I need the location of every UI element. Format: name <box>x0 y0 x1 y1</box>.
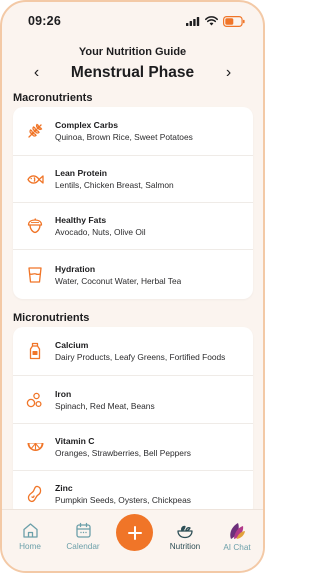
list-item[interactable]: Complex Carbs Quinoa, Brown Rice, Sweet … <box>13 107 253 156</box>
list-item[interactable]: Lean Protein Lentils, Chicken Breast, Sa… <box>13 156 253 203</box>
nutrient-name: Calcium <box>55 340 89 350</box>
bean-icon <box>25 484 45 504</box>
bubbles-icon <box>25 390 45 410</box>
nutrient-name: Iron <box>55 388 72 399</box>
calendar-icon <box>75 522 91 538</box>
header: Your Nutrition Guide ‹ Menstrual Phase › <box>2 46 263 84</box>
wheat-icon <box>25 121 45 141</box>
nutrient-foods: Avocado, Nuts, Olive Oil <box>55 227 146 237</box>
tab-home[interactable]: Home <box>5 522 55 551</box>
nutrient-name: Vitamin C <box>55 436 95 446</box>
macronutrients-card: Complex Carbs Quinoa, Brown Rice, Sweet … <box>13 107 253 299</box>
add-button[interactable] <box>116 514 153 551</box>
plus-icon <box>127 525 142 540</box>
glass-icon <box>25 265 45 285</box>
page-title: Your Nutrition Guide <box>78 46 187 58</box>
acorn-icon <box>25 216 45 236</box>
list-item[interactable]: Calcium Dairy Products, Leafy Greens, Fo… <box>13 327 253 376</box>
status-icons <box>186 15 245 27</box>
tab-calendar[interactable]: Calendar <box>58 522 108 551</box>
wifi-icon <box>205 16 218 26</box>
bowl-icon <box>177 525 193 539</box>
nutrient-foods: Lentils, Chicken Breast, Salmon <box>55 180 174 190</box>
fish-icon <box>25 169 45 189</box>
nutrient-foods: Water, Coconut Water, Herbal Tea <box>55 275 182 286</box>
nutrient-foods: Pumpkin Seeds, Oysters, Chickpeas <box>55 495 191 505</box>
nutrient-name: Complex Carbs <box>55 120 119 130</box>
list-item[interactable]: Hydration Water, Coconut Water, Herbal T… <box>13 250 253 299</box>
tab-bar: Home Calendar Nutrition AI Chat <box>2 509 263 571</box>
tab-ai-chat[interactable]: AI Chat <box>212 522 262 552</box>
list-item[interactable]: Healthy Fats Avocado, Nuts, Olive Oil <box>13 203 253 250</box>
tab-label: Home <box>19 542 41 551</box>
next-phase-button[interactable]: › <box>218 62 240 84</box>
citrus-icon <box>25 437 45 457</box>
nutrient-foods: Dairy Products, Leafy Greens, Fortified … <box>55 352 226 362</box>
nutrient-foods: Spinach, Red Meat, Beans <box>55 400 155 411</box>
nutrient-foods: Quinoa, Brown Rice, Sweet Potatoes <box>55 132 193 142</box>
list-item[interactable]: Iron Spinach, Red Meat, Beans <box>13 376 253 424</box>
tab-label: AI Chat <box>223 543 251 552</box>
macronutrients-title: Macronutrients <box>13 92 93 104</box>
home-icon <box>22 523 38 538</box>
micronutrients-title: Micronutrients <box>13 312 90 324</box>
previous-phase-button[interactable]: ‹ <box>26 62 48 84</box>
nutrient-name: Hydration <box>55 263 96 274</box>
micronutrients-card: Calcium Dairy Products, Leafy Greens, Fo… <box>13 327 253 517</box>
app-screen: 09:26 Your Nutrition Guide ‹ Menstrual P… <box>0 0 265 573</box>
milk-icon <box>25 341 45 361</box>
status-time: 09:26 <box>28 14 61 28</box>
tab-nutrition[interactable]: Nutrition <box>160 522 210 551</box>
status-bar: 09:26 <box>2 2 263 40</box>
signal-icon <box>186 16 200 26</box>
tab-label: Calendar <box>66 542 100 551</box>
phase-name: Menstrual Phase <box>70 64 195 81</box>
nutrient-name: Healthy Fats <box>55 215 107 225</box>
nutrient-foods: Oranges, Strawberries, Bell Peppers <box>55 448 191 458</box>
phase-switcher: ‹ Menstrual Phase › <box>2 62 263 84</box>
ai-chat-icon <box>230 523 245 539</box>
battery-icon <box>223 15 245 27</box>
tab-label: Nutrition <box>169 542 201 551</box>
nutrient-name: Lean Protein <box>55 168 108 178</box>
list-item[interactable]: Vitamin C Oranges, Strawberries, Bell Pe… <box>13 424 253 471</box>
nutrient-name: Zinc <box>55 483 73 493</box>
